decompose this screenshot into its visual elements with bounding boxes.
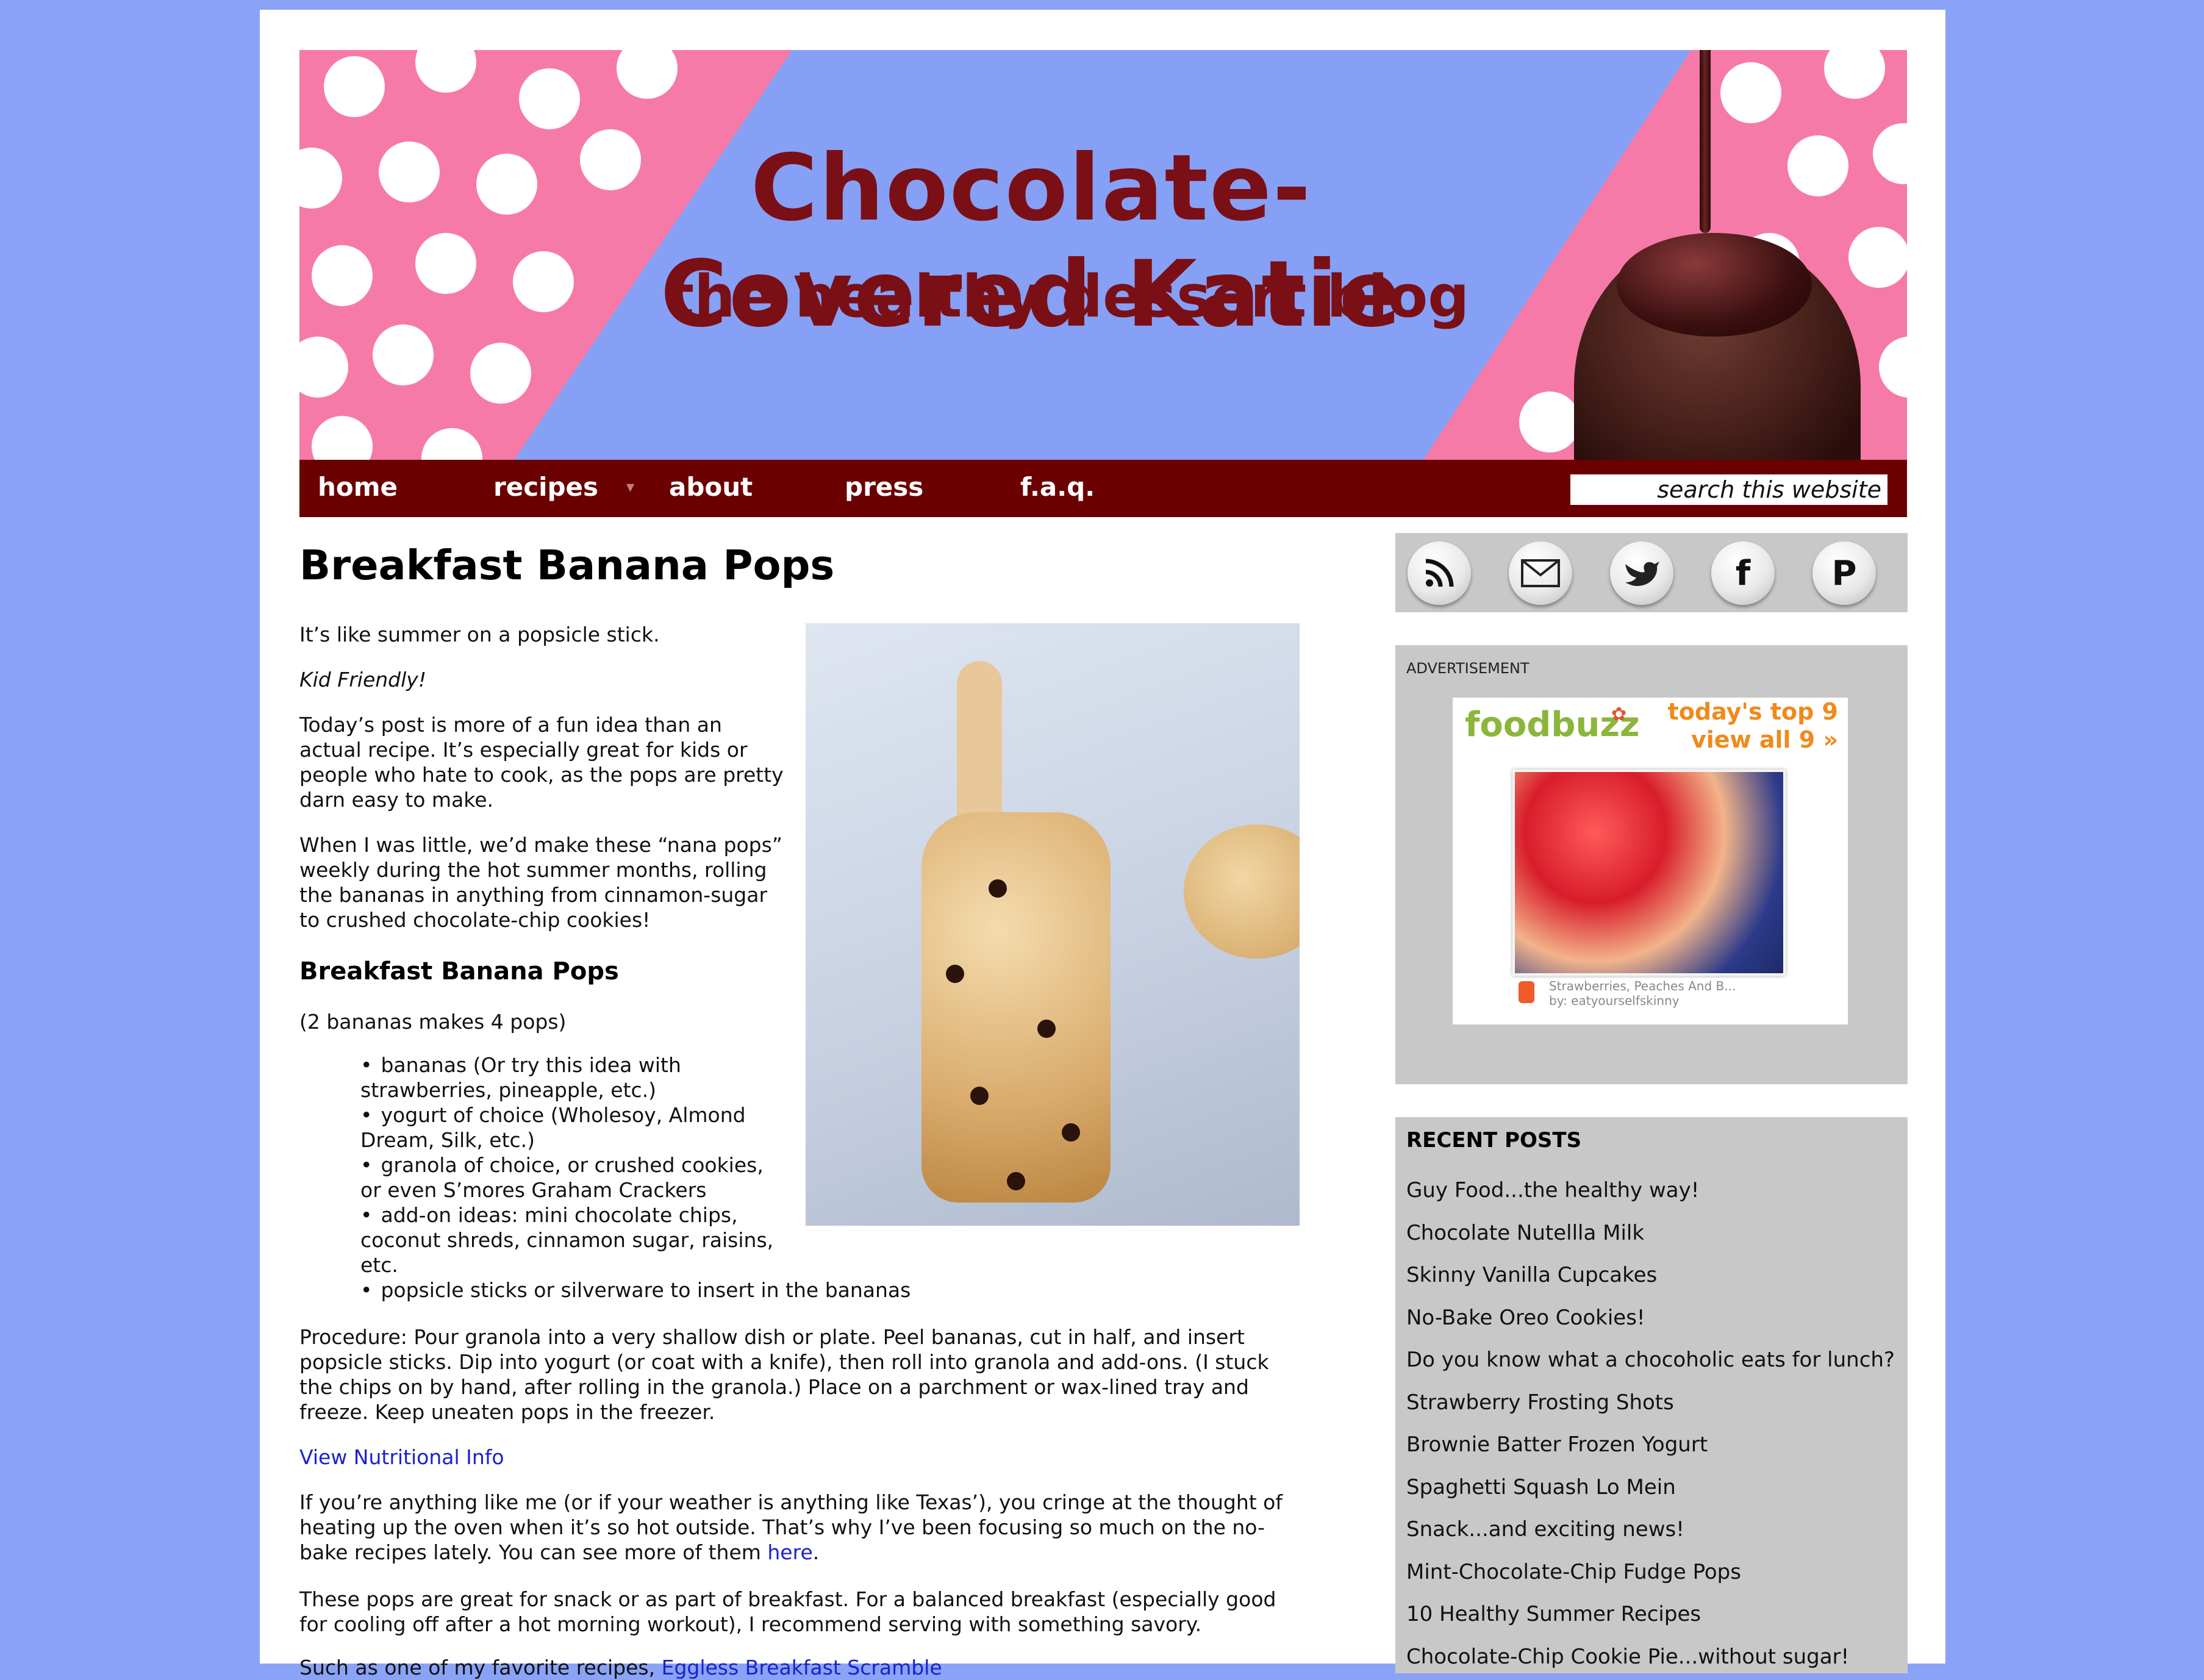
post-title: Breakfast Banana Pops (299, 542, 835, 589)
nav-recipes[interactable]: recipes (493, 472, 598, 502)
view-all-link[interactable]: view all 9 » (1668, 726, 1838, 754)
recent-post-link[interactable]: Do you know what a chocoholic eats for l… (1406, 1339, 1895, 1382)
chevron-down-icon[interactable]: ▾ (626, 478, 634, 496)
strawberry-salad-image[interactable] (1512, 770, 1786, 976)
post-paragraph: If you’re anything like me (or if your w… (299, 1490, 1306, 1565)
recent-post-link[interactable]: 10 Healthy Summer Recipes (1406, 1593, 1895, 1636)
banana-pop-photo (806, 623, 1300, 1226)
eggless-scramble-link[interactable]: Eggless Breakfast Scramble (662, 1656, 942, 1679)
rss-icon[interactable] (1408, 542, 1471, 605)
ad-caption-author: by: eatyourselfskinny (1549, 993, 1680, 1008)
post-paragraph: These pops are great for snack or as par… (299, 1587, 1276, 1636)
recent-post-link[interactable]: Chocolate Nutellla Milk (1406, 1212, 1895, 1255)
nutrition-paragraph: View Nutritional Info (299, 1445, 504, 1470)
site-subtitle: the healthy dessert blog (666, 263, 1470, 331)
recent-post-link[interactable]: Mint-Chocolate-Chip Fudge Pops (1406, 1551, 1895, 1594)
recipe-yield: (2 bananas makes 4 pops) (299, 1010, 567, 1034)
nutrition-link[interactable]: View Nutritional Info (299, 1445, 504, 1469)
search-input[interactable] (1570, 474, 1887, 505)
recent-post-link[interactable]: Spaghetti Squash Lo Mein (1406, 1467, 1895, 1509)
twitter-icon[interactable] (1610, 542, 1673, 605)
recent-posts-title: RECENT POSTS (1406, 1128, 1582, 1153)
recent-post-link[interactable]: Skinny Vanilla Cupcakes (1406, 1254, 1895, 1297)
recipe-procedure: Procedure: Pour granola into a very shal… (299, 1325, 1269, 1424)
logo-dots: ✿ (1611, 704, 1627, 725)
banana-pop (921, 812, 1111, 1203)
list-item: bananas (Or try this idea with strawberr… (360, 1053, 726, 1103)
recipe-title: Breakfast Banana Pops (299, 957, 619, 985)
recent-post-link[interactable]: Snack...and exciting news! (1406, 1509, 1895, 1551)
facebook-icon[interactable]: f (1711, 542, 1775, 605)
recent-posts-widget: RECENT POSTS Guy Food...the healthy way!… (1395, 1117, 1908, 1673)
ad-label: ADVERTISEMENT (1406, 660, 1530, 677)
banana-pop-background (1184, 824, 1300, 959)
foodbuzz-pin-icon (1519, 981, 1534, 1003)
chocolate-sauce (1617, 233, 1812, 337)
header-banner[interactable]: Chocolate-Covered Katie the healthy dess… (299, 50, 1907, 460)
post-tag: Kid Friendly! (299, 668, 427, 692)
recent-post-link[interactable]: Chocolate-Chip Cookie Pie...without suga… (1406, 1636, 1895, 1679)
chocolate-drip (1700, 50, 1711, 233)
post-paragraph: When I was little, we’d make these “nana… (299, 833, 782, 932)
foodbuzz-ad[interactable]: foodbuzz ✿ today's top 9 view all 9 » St… (1453, 698, 1848, 1024)
ingredient-list: bananas (Or try this idea with strawberr… (360, 1053, 911, 1303)
list-item: granola of choice, or crushed cookies, o… (360, 1153, 781, 1203)
list-item: add-on ideas: mini chocolate chips, coco… (360, 1203, 781, 1278)
list-item: yogurt of choice (Wholesoy, Almond Dream… (360, 1103, 763, 1153)
pinterest-icon[interactable]: P (1812, 542, 1876, 605)
social-bar: f P (1395, 533, 1908, 612)
recent-post-link[interactable]: Brownie Batter Frozen Yogurt (1406, 1424, 1895, 1467)
nav-about[interactable]: about (669, 472, 753, 502)
nav-faq[interactable]: f.a.q. (1020, 472, 1095, 502)
recent-posts-list: Guy Food...the healthy way! Chocolate Nu… (1406, 1170, 1895, 1678)
advertisement-widget: ADVERTISEMENT foodbuzz ✿ today's top 9 v… (1395, 645, 1908, 1084)
recent-post-link[interactable]: No-Bake Oreo Cookies! (1406, 1297, 1895, 1340)
list-item: popsicle sticks or silverware to insert … (360, 1278, 970, 1303)
ad-caption: Strawberries, Peaches And B... by: eatyo… (1512, 977, 1781, 1012)
recent-post-link[interactable]: Strawberry Frosting Shots (1406, 1382, 1895, 1424)
ad-caption-title: Strawberries, Peaches And B... (1549, 979, 1736, 993)
email-icon[interactable] (1509, 542, 1572, 605)
top9-title: today's top 9 (1667, 698, 1838, 725)
page-container: Chocolate-Covered Katie the healthy dess… (260, 10, 1945, 1679)
post-paragraph: Such as one of my favorite recipes, Eggl… (299, 1655, 1300, 1680)
recent-post-link[interactable]: Guy Food...the healthy way! (1406, 1170, 1895, 1212)
paragraph-text: . (812, 1540, 820, 1564)
post-intro: It’s like summer on a popsicle stick. (299, 623, 660, 646)
nav-home[interactable]: home (318, 472, 398, 502)
main-nav: home recipes ▾ about press f.a.q. (299, 460, 1907, 517)
post-paragraph: Today’s post is more of a fun idea than … (299, 713, 784, 812)
top9-link[interactable]: today's top 9 view all 9 » (1668, 698, 1838, 754)
no-bake-link[interactable]: here (767, 1540, 812, 1564)
paragraph-text: Such as one of my favorite recipes, (299, 1656, 662, 1679)
nav-press[interactable]: press (845, 472, 923, 502)
